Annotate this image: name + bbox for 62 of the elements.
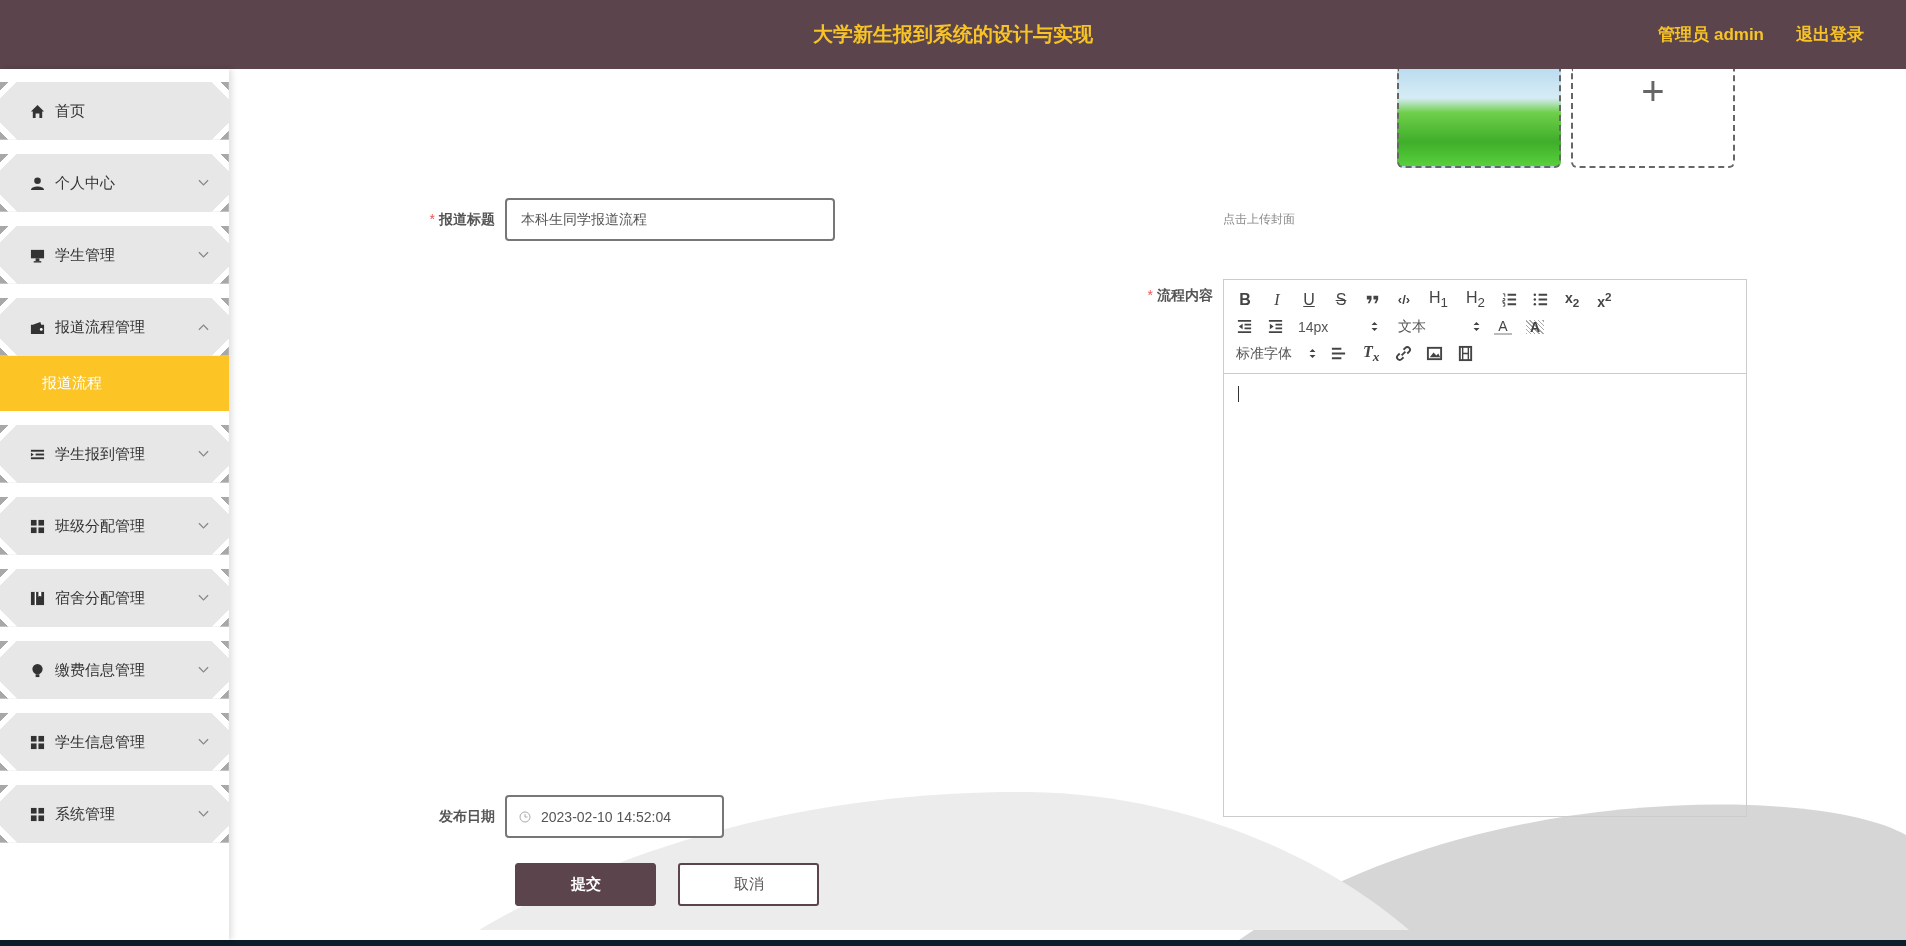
up-down-arrows-icon xyxy=(1371,321,1378,332)
bulb-icon xyxy=(30,662,45,678)
sidebar-item[interactable]: 学生管理 xyxy=(0,226,229,284)
sidebar-item[interactable]: 学生信息管理 xyxy=(0,713,229,771)
cancel-button[interactable]: 取消 xyxy=(678,863,819,906)
sidebar-item[interactable]: 宿舍分配管理 xyxy=(0,569,229,627)
image-icon[interactable] xyxy=(1426,345,1444,362)
publish-date-input[interactable]: 2023-02-10 14:52:04 xyxy=(505,795,724,838)
book-icon xyxy=(30,590,45,606)
submit-button[interactable]: 提交 xyxy=(515,863,656,906)
text-cursor xyxy=(1238,386,1239,402)
editor-dropdown[interactable]: 文本 xyxy=(1392,317,1480,336)
sidebar-item[interactable]: 缴费信息管理 xyxy=(0,641,229,699)
wallet-icon xyxy=(30,319,45,335)
grid-icon xyxy=(30,806,45,822)
up-down-arrows-icon xyxy=(1309,348,1316,359)
clean-button[interactable]: T$_{x}$ xyxy=(1361,343,1382,364)
code-button[interactable]: ‹/› xyxy=(1395,293,1413,306)
clock-icon xyxy=(519,811,531,823)
content-label: 流程内容 xyxy=(1157,287,1213,303)
upload-cover-hint: 点击上传封面 xyxy=(1223,211,1296,228)
bullet-list-icon[interactable] xyxy=(1531,291,1549,308)
script-button[interactable]: x$^{2}$ xyxy=(1595,290,1614,309)
app-title: 大学新生报到系统的设计与实现 xyxy=(813,22,1093,47)
admin-user-link[interactable]: 管理员 admin xyxy=(1658,23,1764,46)
outdent-icon[interactable] xyxy=(1236,318,1253,335)
sidebar-item[interactable]: 学生报到管理 xyxy=(0,425,229,483)
report-title-input[interactable]: 本科生同学报道流程 xyxy=(505,198,835,241)
publish-date-label: 发布日期 xyxy=(439,807,495,824)
link-icon[interactable] xyxy=(1395,345,1413,362)
sidebar-item[interactable]: 个人中心 xyxy=(0,154,229,212)
heading-button[interactable]: H$_{2}$ xyxy=(1464,289,1487,310)
home-icon xyxy=(30,103,45,119)
sidebar-item[interactable]: 首页 xyxy=(0,82,229,140)
italic-button[interactable]: I xyxy=(1268,291,1286,308)
grid-icon xyxy=(30,518,45,534)
film-icon[interactable] xyxy=(1457,345,1475,362)
ordered-list-icon[interactable] xyxy=(1500,291,1518,308)
align-icon[interactable] xyxy=(1330,345,1347,362)
strike-button[interactable]: S xyxy=(1332,291,1350,308)
editor-dropdown[interactable]: 标准字体 xyxy=(1236,344,1316,363)
up-down-arrows-icon xyxy=(1473,321,1480,332)
sidebar-item[interactable]: 系统管理 xyxy=(0,785,229,843)
required-mark: * xyxy=(429,210,435,227)
logout-link[interactable]: 退出登录 xyxy=(1796,23,1864,46)
underline-button[interactable]: U xyxy=(1300,291,1318,308)
photo-placeholder[interactable] xyxy=(1397,69,1561,168)
add-image-button[interactable]: + xyxy=(1571,69,1735,168)
heading-button[interactable]: H$_{1}$ xyxy=(1427,289,1450,310)
sidebar-item[interactable]: 班级分配管理 xyxy=(0,497,229,555)
sidebar-item[interactable]: 报道流程管理 xyxy=(0,298,229,356)
user-icon xyxy=(30,175,45,191)
bold-button[interactable]: B xyxy=(1236,291,1254,308)
background-button[interactable]: A xyxy=(1526,319,1544,334)
script-button[interactable]: x$_{2}$ xyxy=(1562,290,1582,309)
color-button[interactable]: A xyxy=(1494,318,1512,335)
indent-icon[interactable] xyxy=(1267,318,1284,335)
grid-icon xyxy=(30,734,45,750)
monitor-icon xyxy=(30,247,45,263)
editor-dropdown[interactable]: 14px xyxy=(1298,318,1378,335)
report-title-label: 报道标题 xyxy=(439,210,495,227)
required-mark: * xyxy=(1147,287,1153,303)
